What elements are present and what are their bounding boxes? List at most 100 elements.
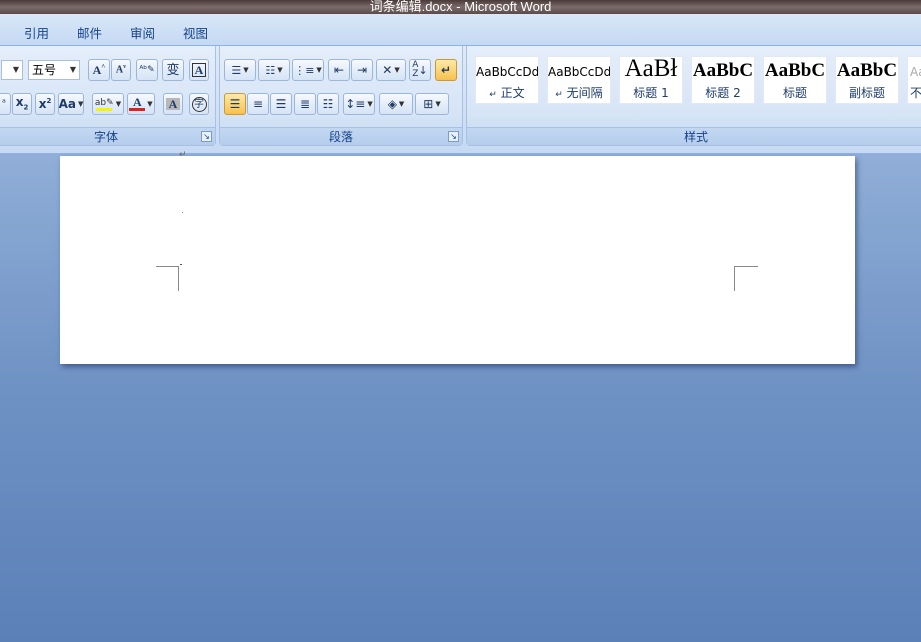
style-name: ↵ 无间隔 [555, 86, 603, 100]
phonetic-guide-button[interactable]: 变 [162, 59, 184, 81]
style-heading-2[interactable]: AaBbC 标题 2 [691, 56, 755, 104]
font-group-label: 字体 [0, 127, 215, 145]
tab-review[interactable]: 审阅 [130, 23, 155, 42]
phonetic-guide-icon: 变 [166, 62, 180, 78]
font-dialog-launcher[interactable]: ↘ [201, 131, 212, 142]
decrease-indent-icon: ⇤ [333, 63, 345, 77]
crop-mark-left [156, 266, 179, 291]
chinese-layout-button[interactable]: ✕ ▼ [376, 59, 406, 81]
text-highlight-button[interactable]: ab✎ ▼ [92, 93, 124, 115]
character-shading-button[interactable]: A [163, 93, 183, 115]
bullets-button[interactable]: ☰ ▼ [224, 59, 256, 81]
borders-icon: ⊞ [423, 97, 434, 111]
font-color-icon: A [129, 96, 146, 111]
style-name: 副标题 [848, 86, 885, 100]
font-color-button[interactable]: A ▼ [127, 93, 155, 115]
character-border-icon: A [191, 63, 207, 77]
style-sample: AaBbCcDd [548, 65, 611, 79]
superscript-icon: x2 [38, 97, 52, 111]
shading-button[interactable]: ◈ ▼ [379, 93, 413, 115]
style-name: ↵ 正文 [489, 86, 525, 100]
title-bar: 词条编辑.docx - Microsoft Word [0, 0, 921, 14]
tab-view[interactable]: 视图 [183, 23, 208, 42]
style-name: 标题 1 [633, 86, 669, 100]
paragraph-dialog-launcher[interactable]: ↘ [448, 131, 459, 142]
superscript-button[interactable]: x2 [35, 93, 55, 115]
show-marks-icon: ↵ [440, 63, 452, 77]
grow-font-button[interactable]: A^ [88, 59, 110, 81]
change-case-icon: Aa [58, 97, 76, 111]
sort-button[interactable]: A Z ↓ [409, 59, 431, 81]
justify-button[interactable]: ≣ [294, 93, 316, 115]
strikethrough-button[interactable]: ᵃ [0, 93, 11, 115]
numbering-button[interactable]: ☷ ▼ [258, 59, 290, 81]
font-group: ▼ 五号 ▼ A^ Av ᴬᵇ✎ 变 A ᵃ x2 x2 Aa ▼ ab✎ ▼ … [0, 46, 216, 146]
style-heading-1[interactable]: AaBł 标题 1 [619, 56, 683, 104]
align-right-button[interactable]: ☰ [270, 93, 292, 115]
enclosed-character-button[interactable]: 字 [189, 93, 209, 115]
increase-indent-icon: ⇥ [356, 63, 368, 77]
ribbon: ▼ 五号 ▼ A^ Av ᴬᵇ✎ 变 A ᵃ x2 x2 Aa ▼ ab✎ ▼ … [0, 46, 921, 154]
change-case-button[interactable]: Aa ▼ [58, 93, 84, 115]
shading-icon: ◈ [387, 97, 397, 111]
style-sample: AaBbC [764, 60, 826, 81]
justify-icon: ≣ [299, 97, 311, 111]
distributed-button[interactable]: ☷ [317, 93, 339, 115]
text-highlight-icon: ab✎ [95, 98, 114, 111]
style-name: 不 [910, 86, 921, 100]
borders-button[interactable]: ⊞ ▼ [415, 93, 449, 115]
style-name: 标题 2 [705, 86, 741, 100]
style-sample: AaBł [624, 56, 678, 82]
font-size-dropdown[interactable]: 五号 ▼ [28, 60, 80, 80]
style-no-spacing[interactable]: AaBbCcDd ↵ 无间隔 [547, 56, 611, 104]
line-spacing-icon: ↕≡ [345, 97, 366, 111]
empty-line-dot [180, 264, 182, 265]
bullets-icon: ☰ [231, 63, 242, 77]
align-left-icon: ☰ [229, 97, 241, 111]
document-page[interactable]: ↵ [60, 150, 855, 364]
grow-font-icon: A^ [92, 63, 106, 77]
paragraph-mark: ↵ [179, 150, 187, 160]
paragraph-group: ☰ ▼ ☷ ▼ ⋮≡ ▼ ⇤ ⇥ ✕ ▼ A Z ↓ ↵ ☰ ≡ ☰ ≣ ☷ ↕… [219, 46, 463, 146]
center-button[interactable]: ≡ [247, 93, 269, 115]
style-more[interactable]: Aa 不 [907, 56, 921, 104]
subscript-button[interactable]: x2 [12, 93, 32, 115]
clear-formatting-button[interactable]: ᴬᵇ✎ [136, 59, 158, 81]
font-size-value: 五号 [32, 63, 57, 77]
multilevel-list-icon: ⋮≡ [294, 63, 315, 77]
shrink-font-icon: Av [115, 64, 127, 76]
font-name-dropdown[interactable]: ▼ [1, 60, 23, 80]
ribbon-tab-row: 引用 邮件 审阅 视图 [0, 14, 921, 46]
style-title[interactable]: AaBbC 标题 [763, 56, 827, 104]
style-sample: AaBbC [692, 60, 754, 81]
paragraph-group-label: 段落 [220, 127, 462, 145]
show-marks-button[interactable]: ↵ [435, 59, 457, 81]
character-border-button[interactable]: A [189, 59, 209, 81]
window-title: 词条编辑.docx - Microsoft Word [369, 0, 552, 14]
style-sample: Aa [910, 65, 921, 79]
multilevel-list-button[interactable]: ⋮≡ ▼ [292, 59, 324, 81]
tab-references[interactable]: 引用 [24, 23, 49, 42]
style-normal[interactable]: AaBbCcDd ↵ 正文 [475, 56, 539, 104]
strikethrough-icon: ᵃ [2, 98, 6, 109]
line-spacing-button[interactable]: ↕≡ ▼ [343, 93, 375, 115]
enclosed-character-icon: 字 [191, 96, 207, 112]
styles-group: AaBbCcDd ↵ 正文 AaBbCcDd ↵ 无间隔 AaBł 标题 1 A… [466, 46, 921, 146]
tab-mailings[interactable]: 邮件 [77, 23, 102, 42]
chinese-layout-icon: ✕ [382, 63, 393, 77]
character-shading-icon: A [165, 98, 181, 110]
empty-line-dot [182, 212, 183, 213]
styles-group-label: 样式 [467, 127, 921, 145]
align-left-button[interactable]: ☰ [224, 93, 246, 115]
decrease-indent-button[interactable]: ⇤ [328, 59, 350, 81]
style-name: 标题 [782, 86, 807, 100]
crop-mark-left-h [156, 266, 179, 267]
increase-indent-button[interactable]: ⇥ [351, 59, 373, 81]
distributed-icon: ☷ [322, 97, 334, 111]
shrink-font-button[interactable]: Av [111, 59, 131, 81]
style-subtitle[interactable]: AaBbC 副标题 [835, 56, 899, 104]
subscript-icon: x2 [15, 95, 29, 112]
clear-formatting-icon: ᴬᵇ✎ [139, 64, 155, 75]
numbering-icon: ☷ [265, 63, 276, 77]
center-icon: ≡ [252, 97, 264, 111]
